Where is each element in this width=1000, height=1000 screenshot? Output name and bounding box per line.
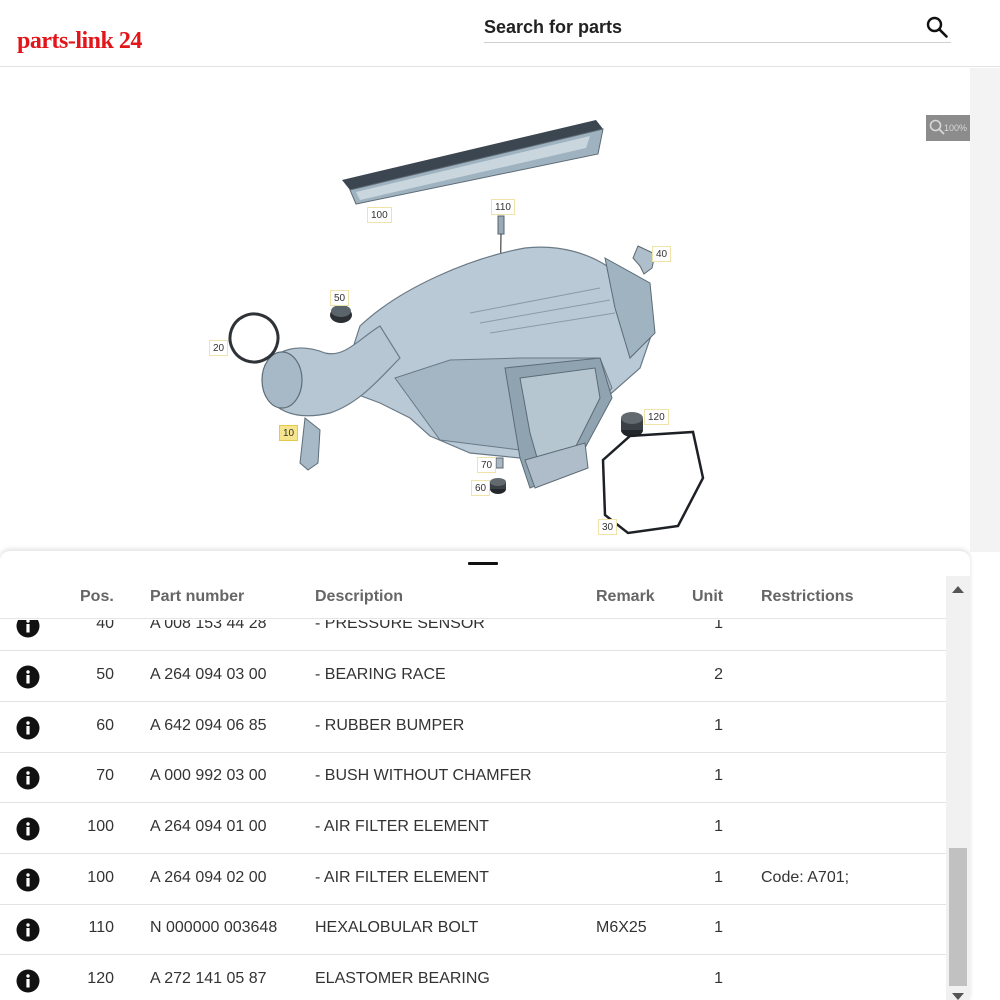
column-description[interactable]: Description — [315, 588, 403, 606]
cell-pos: 120 — [87, 970, 114, 987]
cell-description: - BUSH WITHOUT CHAMFER — [315, 767, 532, 784]
elastomer-bearing-part — [621, 412, 643, 437]
cell-part-number: A 264 094 02 00 — [150, 869, 267, 886]
cell-description: - RUBBER BUMPER — [315, 717, 465, 734]
info-icon[interactable] — [16, 665, 40, 689]
scroll-down-arrow-icon[interactable] — [952, 993, 964, 1000]
column-part-number[interactable]: Part number — [150, 588, 244, 606]
callout-50[interactable]: 50 — [330, 290, 350, 306]
column-unit[interactable]: Unit — [692, 588, 723, 606]
info-icon[interactable] — [16, 868, 40, 892]
table-row[interactable]: 60 A 642 094 06 85 - RUBBER BUMPER 1 — [0, 702, 946, 753]
panel-drag-handle[interactable] — [468, 562, 498, 565]
info-icon[interactable] — [16, 766, 40, 790]
cell-unit: 1 — [714, 620, 723, 632]
air-filter-element-part — [342, 120, 604, 205]
table-scrollbar[interactable] — [946, 576, 970, 1000]
cell-unit: 1 — [714, 717, 723, 734]
cell-part-number: N 000000 003648 — [150, 919, 278, 936]
diagram-scrollbar[interactable] — [970, 68, 1000, 552]
cell-part-number: A 000 992 03 00 — [150, 767, 267, 784]
cell-unit: 1 — [714, 919, 723, 936]
zoom-button[interactable]: 100% — [926, 115, 970, 141]
cell-part-number: A 264 094 01 00 — [150, 818, 267, 835]
zoom-icon — [929, 119, 945, 135]
callout-40[interactable]: 40 — [652, 246, 672, 262]
table-row[interactable]: 100 A 264 094 02 00 - AIR FILTER ELEMENT 1 C… — [0, 854, 946, 905]
site-logo[interactable]: parts-link 24 — [17, 28, 142, 55]
cell-description: - PRESSURE SENSOR — [315, 620, 485, 632]
parts-diagram[interactable]: 100 110 40 50 20 10 120 70 60 30 — [0, 68, 970, 552]
cell-part-number: A 008 153 44 28 — [150, 620, 267, 632]
cell-pos: 100 — [87, 818, 114, 835]
gasket-part — [601, 430, 705, 535]
bush-part — [495, 457, 504, 469]
info-icon[interactable] — [16, 620, 40, 638]
cell-pos: 70 — [96, 767, 114, 784]
cell-part-number: A 264 094 03 00 — [150, 666, 267, 683]
cell-pos: 60 — [96, 717, 114, 734]
callout-100[interactable]: 100 — [367, 207, 392, 223]
cell-description: - AIR FILTER ELEMENT — [315, 818, 489, 835]
cell-restrictions: Code: A701; — [761, 869, 850, 886]
callout-60[interactable]: 60 — [471, 480, 491, 496]
cell-description: - AIR FILTER ELEMENT — [315, 869, 489, 886]
scroll-up-arrow-icon[interactable] — [952, 586, 964, 593]
cell-unit: 1 — [714, 970, 723, 987]
table-row[interactable]: 50 A 264 094 03 00 - BEARING RACE 2 — [0, 651, 946, 702]
cell-description: ELASTOMER BEARING — [315, 970, 490, 987]
table-row[interactable]: 100 A 264 094 01 00 - AIR FILTER ELEMENT 1 — [0, 803, 946, 854]
table-row[interactable]: 120 A 272 141 05 87 ELASTOMER BEARING 1 — [0, 955, 946, 1000]
cell-pos: 100 — [87, 869, 114, 886]
table-row[interactable]: 40 A 008 153 44 28 - PRESSURE SENSOR 1 — [0, 620, 946, 651]
callout-110[interactable]: 110 — [491, 199, 515, 215]
scroll-thumb[interactable] — [949, 848, 967, 986]
cell-pos: 40 — [96, 620, 114, 632]
parts-table-body: 40 A 008 153 44 28 - PRESSURE SENSOR 1 50 A 2… — [0, 620, 946, 1000]
search-box — [484, 10, 951, 43]
header-bar: parts-link 24 — [0, 0, 1000, 67]
cell-unit: 1 — [714, 818, 723, 835]
column-pos[interactable]: Pos. — [80, 588, 114, 606]
rubber-bumper-part — [490, 478, 506, 494]
info-icon[interactable] — [16, 716, 40, 740]
cell-part-number: A 272 141 05 87 — [150, 970, 267, 987]
table-header: Pos. Part number Description Remark Unit… — [0, 575, 946, 619]
zoom-level: 100% — [944, 123, 968, 133]
info-icon[interactable] — [16, 918, 40, 942]
table-row[interactable]: 110 N 000000 003648 HEXALOBULAR BOLT M6X25 1 — [0, 904, 946, 955]
column-remark[interactable]: Remark — [596, 588, 655, 606]
info-icon[interactable] — [16, 969, 40, 993]
cell-description: HEXALOBULAR BOLT — [315, 919, 479, 936]
cell-unit: 2 — [714, 666, 723, 683]
search-icon[interactable] — [925, 15, 949, 39]
column-restrictions[interactable]: Restrictions — [761, 588, 853, 606]
bearing-race-part — [330, 305, 352, 323]
callout-120[interactable]: 120 — [644, 409, 669, 425]
cell-part-number: A 642 094 06 85 — [150, 717, 267, 734]
cell-unit: 1 — [714, 869, 723, 886]
info-icon[interactable] — [16, 817, 40, 841]
callout-30[interactable]: 30 — [598, 519, 618, 535]
table-row[interactable]: 70 A 000 992 03 00 - BUSH WITHOUT CHAMFER 1 — [0, 752, 946, 803]
search-input[interactable] — [484, 14, 904, 40]
cell-pos: 50 — [96, 666, 114, 683]
parts-list-panel: Pos. Part number Description Remark Unit… — [0, 551, 970, 1000]
callout-20[interactable]: 20 — [209, 340, 229, 356]
cell-unit: 1 — [714, 767, 723, 784]
cell-description: - BEARING RACE — [315, 666, 446, 683]
cell-pos: 110 — [88, 919, 114, 936]
callout-70[interactable]: 70 — [477, 457, 497, 473]
cell-remark: M6X25 — [596, 919, 647, 936]
callout-10[interactable]: 10 — [279, 425, 299, 441]
